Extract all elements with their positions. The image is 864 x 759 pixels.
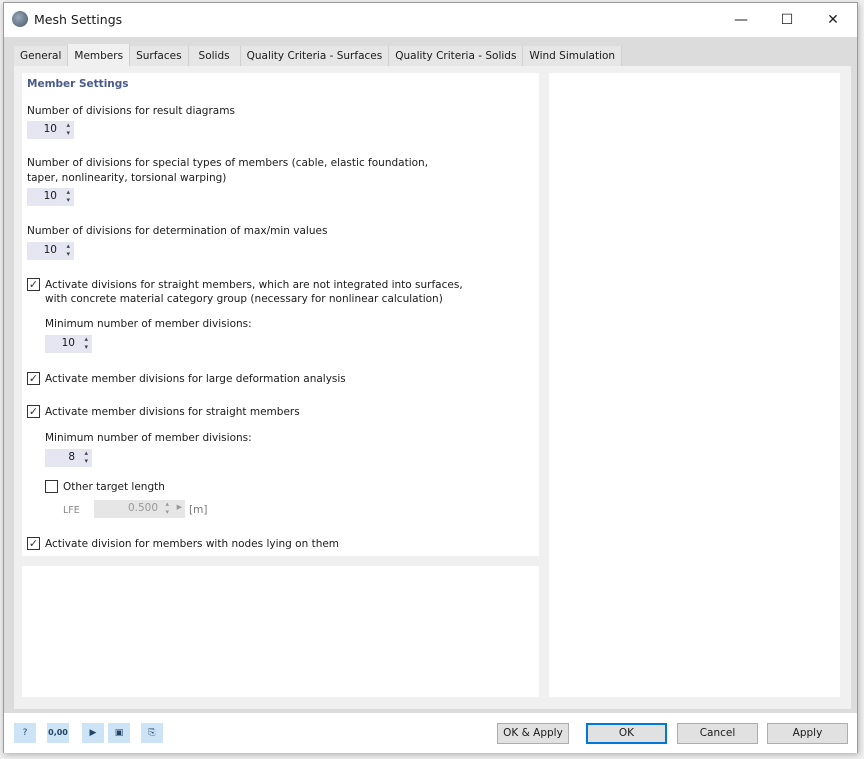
concrete-label-1: Activate divisions for straight members,… — [45, 279, 463, 291]
other-target-length-checkbox[interactable] — [45, 480, 58, 493]
load-icon[interactable]: ▶ — [82, 723, 104, 743]
title-bar: Mesh Settings — ☐ ✕ — [4, 3, 857, 37]
spinner-value: 10 — [43, 123, 57, 135]
preview-panel — [549, 73, 840, 697]
max-min-label: Number of divisions for determination of… — [27, 225, 328, 237]
arrow-right-icon[interactable]: ▶ — [177, 503, 182, 511]
tab-surfaces[interactable]: Surfaces — [130, 46, 189, 66]
tab-wind-simulation[interactable]: Wind Simulation — [523, 46, 623, 66]
concrete-divisions-checkbox[interactable]: ✓ — [27, 278, 40, 291]
tab-members[interactable]: Members — [68, 44, 131, 66]
minimize-button[interactable]: — — [718, 7, 764, 33]
mesh-settings-dialog: Mesh Settings — ☐ ✕ General Members Surf… — [3, 2, 858, 753]
spinner-value: 10 — [43, 190, 57, 202]
spin-arrows-icon[interactable]: ▴ ▾ — [66, 242, 70, 258]
spin-arrows-icon[interactable]: ▴ ▾ — [165, 500, 169, 516]
ok-apply-button[interactable]: OK & Apply — [497, 723, 569, 744]
concrete-min-spinner[interactable]: 10 ▴ ▾ — [45, 335, 92, 353]
tab-solids[interactable]: Solids — [188, 46, 241, 66]
concrete-min-label: Minimum number of member divisions: — [45, 318, 252, 330]
window-title: Mesh Settings — [34, 12, 123, 27]
tab-bar: General Members Surfaces Solids Quality … — [14, 44, 623, 66]
nodes-on-members-checkbox[interactable]: ✓ — [27, 537, 40, 550]
straight-min-spinner[interactable]: 8 ▴ ▾ — [45, 449, 92, 467]
other-target-length-label: Other target length — [63, 481, 165, 493]
member-settings-panel: Member Settings Number of divisions for … — [22, 73, 539, 556]
straight-members-checkbox[interactable]: ✓ — [27, 405, 40, 418]
lfe-input[interactable]: 0.500 ▴ ▾ ▶ — [94, 500, 185, 518]
tab-content: Member Settings Number of divisions for … — [14, 66, 851, 709]
ok-button[interactable]: OK — [586, 723, 667, 744]
large-deformation-label: Activate member divisions for large defo… — [45, 373, 346, 385]
spinner-value: 10 — [61, 337, 75, 349]
help-icon[interactable]: ? — [14, 723, 36, 743]
dialog-body: General Members Surfaces Solids Quality … — [4, 37, 857, 713]
section-title: Member Settings — [27, 78, 129, 90]
straight-min-label: Minimum number of member divisions: — [45, 432, 252, 444]
info-panel — [22, 566, 539, 697]
tab-quality-criteria-surfaces[interactable]: Quality Criteria - Surfaces — [240, 46, 390, 66]
units-icon[interactable]: 0,00 — [47, 723, 69, 743]
large-deformation-checkbox[interactable]: ✓ — [27, 372, 40, 385]
copy-icon[interactable]: ⎘ — [141, 723, 163, 743]
lfe-value: 0.500 — [127, 502, 158, 514]
spinner-value: 8 — [68, 451, 75, 463]
save-icon[interactable]: ▣ — [108, 723, 130, 743]
tab-quality-criteria-solids[interactable]: Quality Criteria - Solids — [389, 46, 524, 66]
apply-button[interactable]: Apply — [767, 723, 848, 744]
nodes-on-members-label: Activate division for members with nodes… — [45, 538, 340, 550]
spin-arrows-icon[interactable]: ▴ ▾ — [66, 188, 70, 204]
footer: ? 0,00 ▶ ▣ ⎘ OK & Apply OK Cancel Apply — [4, 713, 857, 753]
spin-arrows-icon[interactable]: ▴ ▾ — [66, 121, 70, 137]
spinner-value: 10 — [43, 244, 57, 256]
close-button[interactable]: ✕ — [810, 7, 856, 33]
cancel-button[interactable]: Cancel — [677, 723, 758, 744]
concrete-label-2: with concrete material category group (n… — [45, 293, 443, 305]
maximize-button[interactable]: ☐ — [764, 7, 810, 33]
special-types-spinner[interactable]: 10 ▴ ▾ — [27, 188, 74, 206]
result-diagrams-spinner[interactable]: 10 ▴ ▾ — [27, 121, 74, 139]
result-diagrams-label: Number of divisions for result diagrams — [27, 105, 235, 117]
app-icon — [12, 11, 28, 27]
tab-general[interactable]: General — [14, 46, 69, 66]
spin-arrows-icon[interactable]: ▴ ▾ — [84, 335, 88, 351]
straight-members-label: Activate member divisions for straight m… — [45, 406, 300, 418]
spin-arrows-icon[interactable]: ▴ ▾ — [84, 449, 88, 465]
max-min-spinner[interactable]: 10 ▴ ▾ — [27, 242, 74, 260]
special-types-label-2: taper, nonlinearity, torsional warping) — [27, 172, 227, 184]
special-types-label-1: Number of divisions for special types of… — [27, 157, 429, 169]
lfe-label: LFE — [63, 505, 80, 516]
lfe-unit: [m] — [189, 504, 208, 516]
